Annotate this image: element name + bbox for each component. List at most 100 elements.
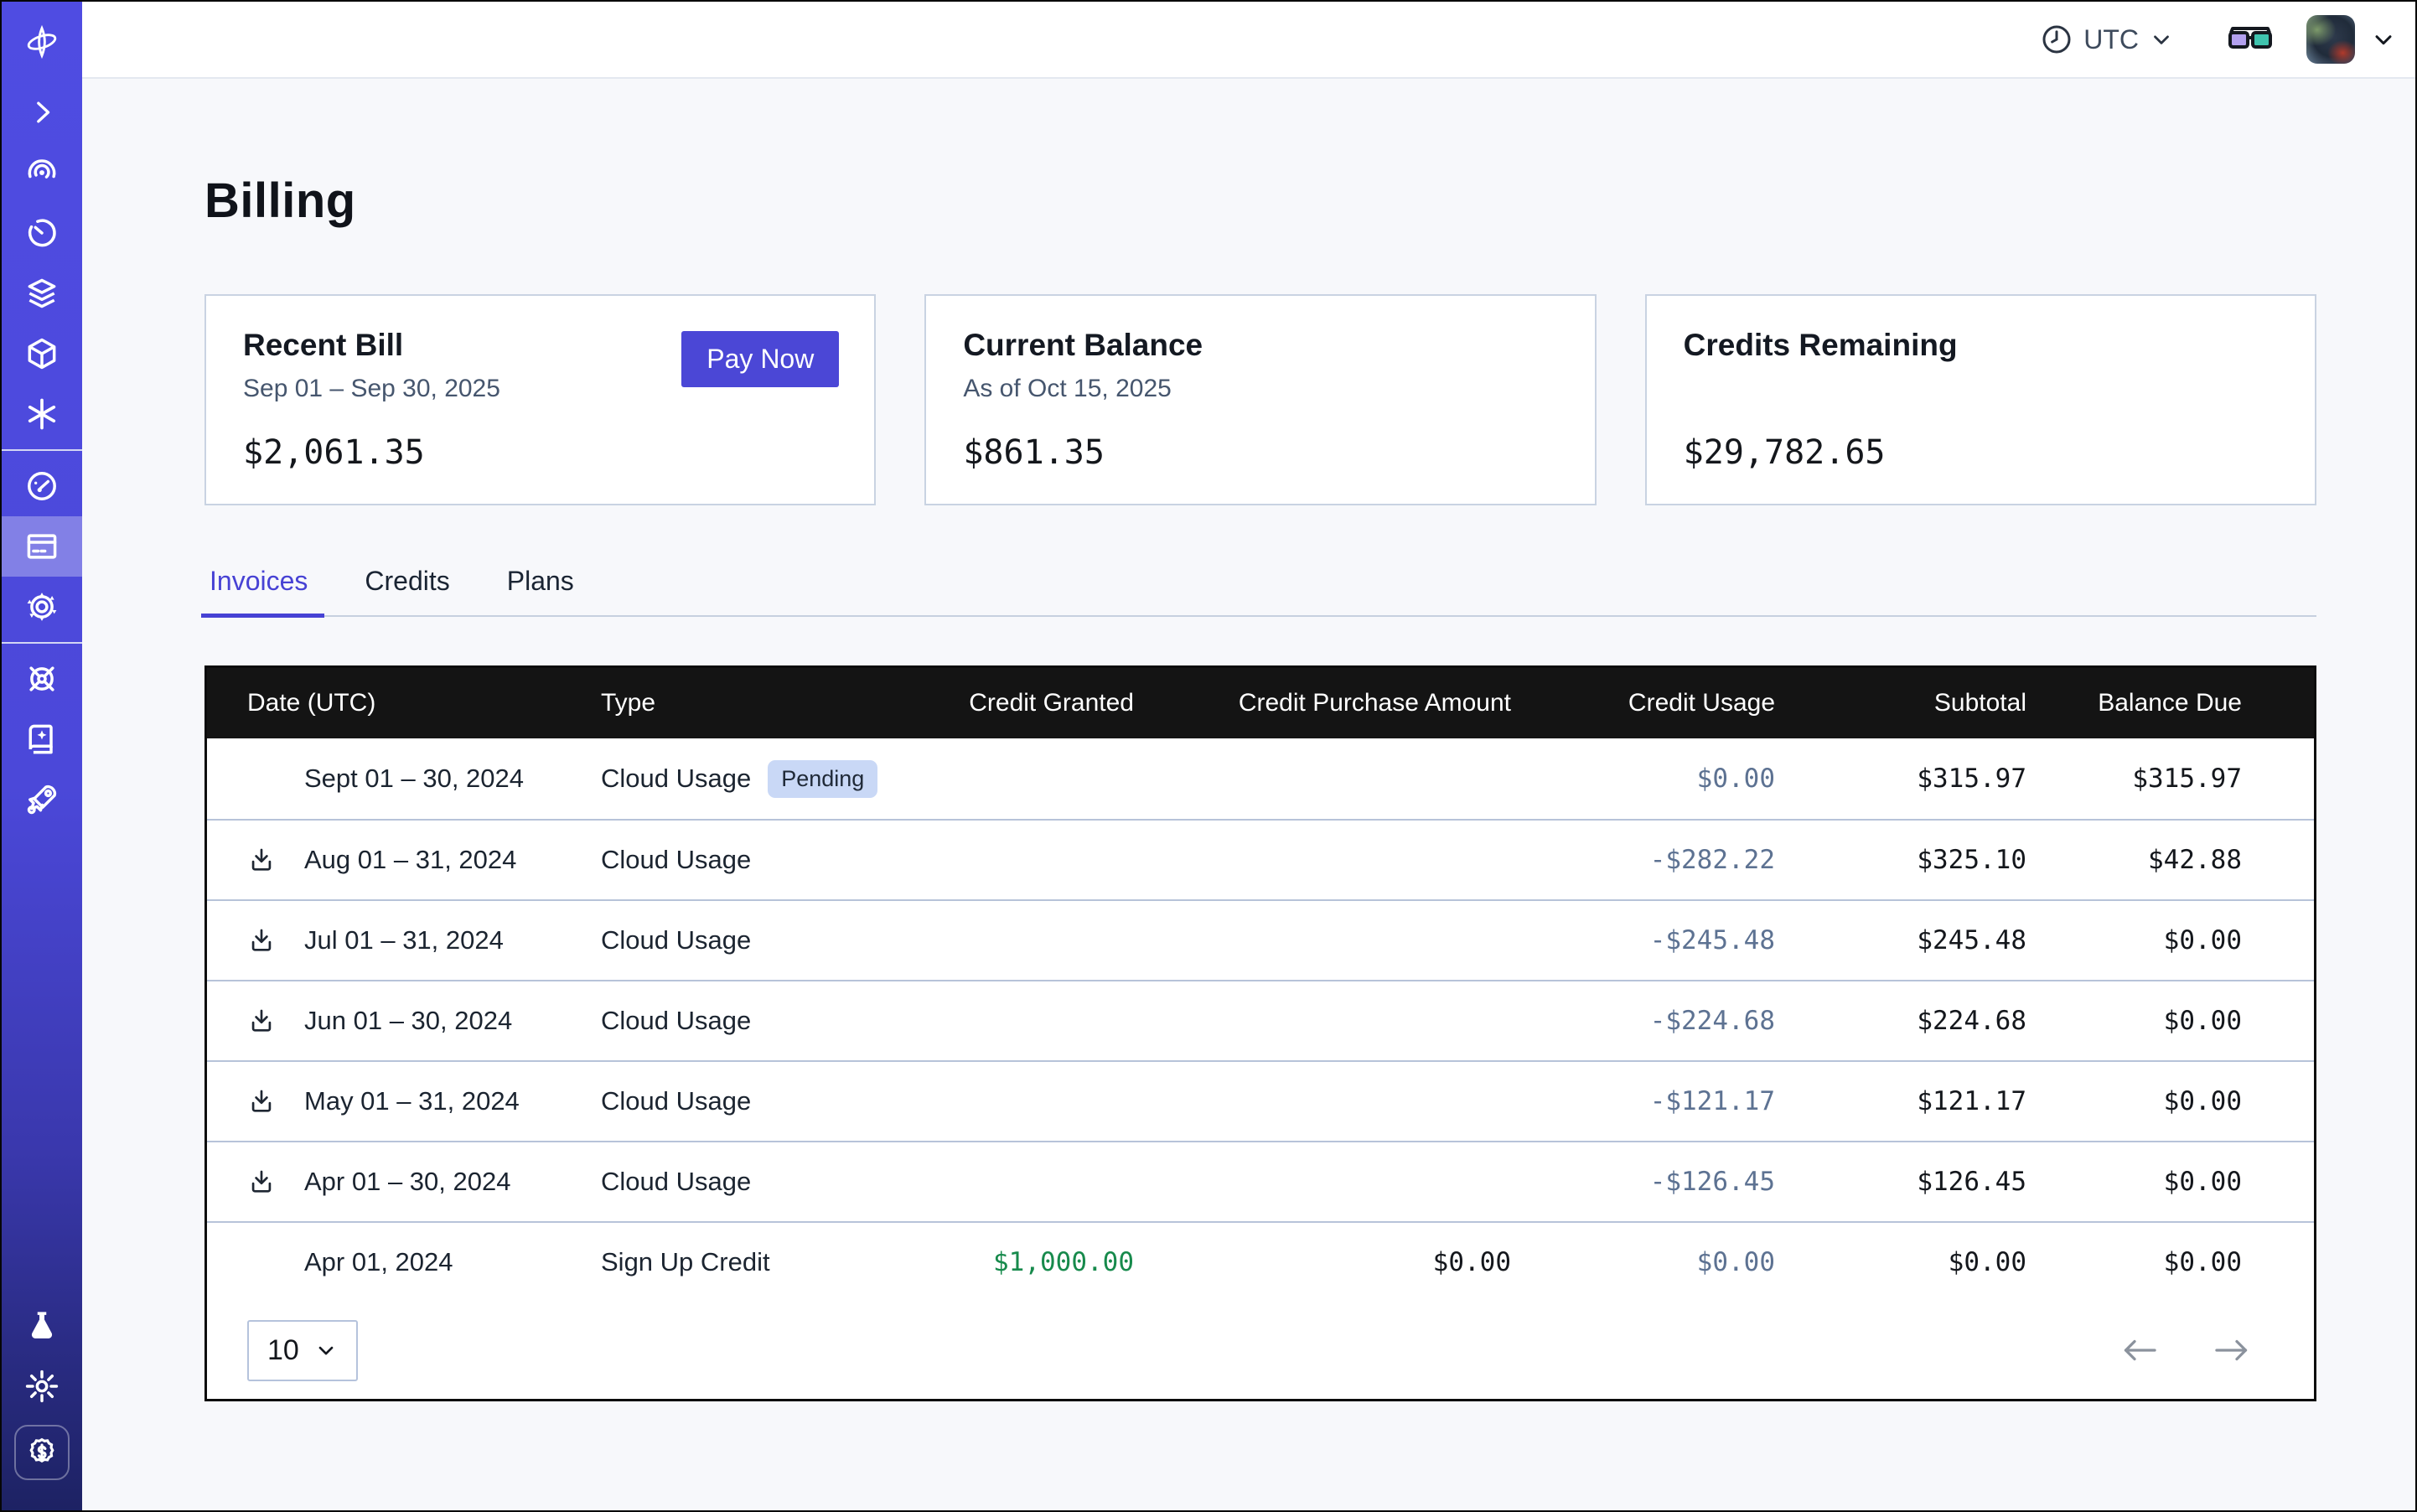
invoice-date: Jul 01 – 31, 2024 [304, 925, 504, 955]
sidebar-divider [2, 642, 82, 644]
previous-page-icon[interactable] [2119, 1338, 2160, 1363]
download-invoice-icon[interactable] [247, 1168, 304, 1196]
topbar: UTC [82, 2, 2415, 79]
table-header: Date (UTC) Type Credit Granted Credit Pu… [207, 668, 2314, 738]
layers-icon[interactable] [2, 263, 82, 324]
timezone-label: UTC [2083, 24, 2139, 55]
invoices-table: Date (UTC) Type Credit Granted Credit Pu… [204, 665, 2316, 1401]
invoice-date-cell: Apr 01, 2024 [207, 1247, 601, 1277]
table-row: Apr 01 – 30, 2024 Cloud Usage -$126.45$126… [207, 1141, 2314, 1221]
rocket-icon[interactable] [2, 769, 82, 830]
gauge-icon[interactable] [2, 456, 82, 516]
balance-due-cell: $315.97 [2047, 764, 2314, 794]
credit-usage-cell: -$126.45 [1531, 1167, 1795, 1197]
current-balance-card: Current Balance As of Oct 15, 2025 $861.… [924, 294, 1596, 505]
pagination [2119, 1338, 2252, 1363]
credit-usage-cell: $0.00 [1531, 764, 1795, 794]
timezone-selector[interactable]: UTC [2040, 23, 2174, 56]
avatar[interactable] [2306, 15, 2355, 64]
tab-credits[interactable]: Credits [360, 566, 454, 615]
dollar-badge-button[interactable] [2, 1416, 82, 1489]
download-invoice-icon[interactable] [247, 1007, 304, 1035]
invoice-type: Cloud Usage [601, 925, 751, 955]
invoice-date: Aug 01 – 31, 2024 [304, 845, 516, 875]
balance-due-cell: $0.00 [2047, 1006, 2314, 1036]
iris-icon[interactable] [2, 142, 82, 203]
invoice-date-cell: Jun 01 – 30, 2024 [207, 1006, 601, 1036]
column-header: Credit Granted [936, 689, 1154, 717]
invoice-date-cell: Apr 01 – 30, 2024 [207, 1167, 601, 1197]
invoice-type-cell: Cloud Usage [601, 845, 936, 875]
subtotal-cell: $126.45 [1795, 1167, 2047, 1197]
balance-due-cell: $0.00 [2047, 1086, 2314, 1116]
gear-icon[interactable] [2, 577, 82, 637]
invoice-type: Sign Up Credit [601, 1247, 770, 1277]
sun-icon[interactable] [2, 1356, 82, 1416]
download-invoice-icon[interactable] [247, 1087, 304, 1116]
subtotal-cell: $325.10 [1795, 845, 2047, 875]
credit-usage-cell: -$282.22 [1531, 845, 1795, 875]
chevron-right-icon[interactable] [2, 82, 82, 142]
billing-card-icon[interactable] [2, 516, 82, 577]
credit-purchase-amount-cell: $0.00 [1154, 1247, 1531, 1277]
chevron-down-icon [314, 1339, 338, 1362]
next-page-icon[interactable] [2212, 1338, 2252, 1363]
book-sparkle-icon[interactable] [2, 709, 82, 769]
card-title: Current Balance [963, 328, 1557, 363]
invoice-date-cell: Aug 01 – 31, 2024 [207, 845, 601, 875]
invoice-date-cell: May 01 – 31, 2024 [207, 1086, 601, 1116]
flask-icon[interactable] [2, 1296, 82, 1356]
table-row: Sept 01 – 30, 2024Cloud UsagePending $0.0… [207, 738, 2314, 819]
table-row: Aug 01 – 31, 2024 Cloud Usage -$282.22$325… [207, 819, 2314, 899]
invoice-type-cell: Cloud Usage [601, 1086, 936, 1116]
column-header: Balance Due [2047, 689, 2314, 717]
balance-as-of: As of Oct 15, 2025 [963, 375, 1557, 403]
invoice-type: Cloud Usage [601, 1086, 751, 1116]
invoice-type: Cloud Usage [601, 845, 751, 875]
table-footer: 10 [207, 1302, 2314, 1399]
table-body: Sept 01 – 30, 2024Cloud UsagePending$0.0… [207, 738, 2314, 1302]
balance-due-cell: $0.00 [2047, 1247, 2314, 1277]
status-badge: Pending [768, 760, 877, 798]
chevron-down-icon [2149, 27, 2174, 52]
invoice-date-cell: Sept 01 – 30, 2024 [207, 764, 601, 794]
credit-usage-cell: -$121.17 [1531, 1086, 1795, 1116]
subtotal-cell: $224.68 [1795, 1006, 2047, 1036]
page-size-value: 10 [267, 1334, 299, 1367]
cube-icon[interactable] [2, 324, 82, 384]
invoice-type-cell: Cloud Usage [601, 925, 936, 955]
credit-usage-cell: -$245.48 [1531, 925, 1795, 955]
download-invoice-icon[interactable] [247, 846, 304, 874]
table-row: Jul 01 – 31, 2024Cloud Usage-$245.48$245… [207, 899, 2314, 980]
subtotal-cell: $315.97 [1795, 764, 2047, 794]
page-size-select[interactable]: 10 [247, 1320, 358, 1381]
invoice-type-cell: Cloud UsagePending [601, 760, 936, 798]
dollar-badge-icon [14, 1425, 70, 1480]
credit-usage-cell: $0.00 [1531, 1247, 1795, 1277]
invoice-date: May 01 – 31, 2024 [304, 1086, 520, 1116]
subtotal-cell: $0.00 [1795, 1247, 2047, 1277]
helm-icon[interactable] [2, 649, 82, 709]
tab-plans[interactable]: Plans [502, 566, 579, 615]
orbit-logo-icon[interactable] [2, 2, 82, 82]
main-area: UTC Billing [82, 2, 2415, 1510]
asterisk-icon[interactable] [2, 384, 82, 444]
invoice-type-cell: Cloud Usage [601, 1006, 936, 1036]
invoice-type-cell: Sign Up Credit [601, 1247, 936, 1277]
timer-icon[interactable] [2, 203, 82, 263]
invoice-type-cell: Cloud Usage [601, 1167, 936, 1197]
billing-tabs: Invoices Credits Plans [204, 566, 2316, 617]
sidebar [2, 2, 82, 1510]
card-title: Credits Remaining [1684, 328, 2278, 363]
3d-glasses-icon[interactable] [2228, 24, 2273, 54]
subtotal-cell: $121.17 [1795, 1086, 2047, 1116]
column-header: Type [601, 689, 936, 717]
invoice-date: Apr 01 – 30, 2024 [304, 1167, 510, 1197]
credit-granted-cell: $1,000.00 [936, 1247, 1154, 1277]
download-invoice-icon[interactable] [247, 926, 304, 955]
chevron-down-icon[interactable] [2370, 26, 2397, 53]
pay-now-button[interactable]: Pay Now [681, 331, 839, 387]
tab-invoices[interactable]: Invoices [204, 566, 313, 615]
credits-remaining-amount: $29,782.65 [1684, 433, 2278, 472]
column-header: Date (UTC) [207, 689, 601, 717]
